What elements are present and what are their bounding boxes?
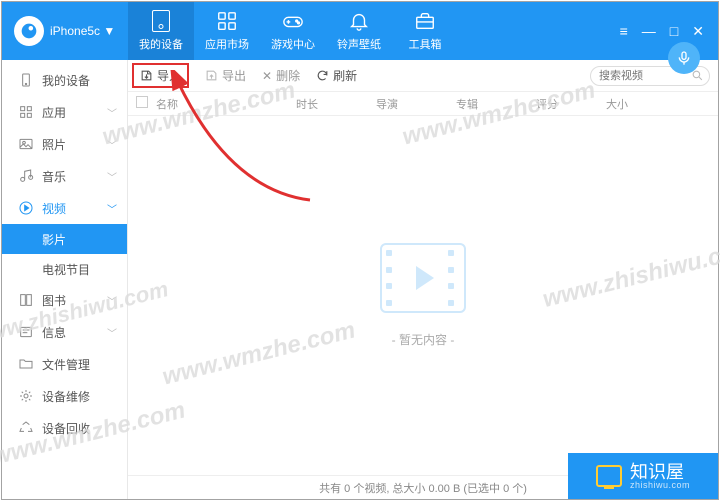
status-text: 共有 0 个视频, 总大小 0.00 B (已选中 0 个) <box>319 480 527 496</box>
sidebar-sub-label: 影片 <box>42 231 66 248</box>
col-size[interactable]: 大小 <box>606 96 666 112</box>
sidebar-item-repair[interactable]: 设备维修 <box>2 380 127 412</box>
toolbar: 导入 导出 ✕ 删除 刷新 <box>128 60 718 92</box>
sidebar-label: 设备回收 <box>42 420 90 437</box>
sidebar-sub-tvshows[interactable]: 电视节目 <box>2 254 127 284</box>
tool-label: 刷新 <box>333 67 357 84</box>
sidebar: 我的设备 应用 ﹀ 照片 ﹀ 音乐 ﹀ 视频 ﹀ <box>2 60 128 499</box>
sidebar-label: 应用 <box>42 104 66 121</box>
sidebar-label: 设备维修 <box>42 388 90 405</box>
folder-icon <box>18 356 34 372</box>
apps-icon <box>18 104 34 120</box>
photo-icon <box>18 136 34 152</box>
play-icon <box>416 266 434 290</box>
refresh-button[interactable]: 刷新 <box>316 67 357 84</box>
import-button[interactable]: 导入 <box>140 67 181 84</box>
tab-label: 工具箱 <box>409 36 442 52</box>
chevron-down-icon: ﹀ <box>107 169 117 184</box>
empty-text: - 暂无内容 - <box>392 331 455 348</box>
video-icon <box>18 200 34 216</box>
sidebar-item-info[interactable]: 信息 ﹀ <box>2 316 127 348</box>
sidebar-sub-label: 电视节目 <box>42 261 90 278</box>
device-icon <box>152 10 170 32</box>
tab-toolbox[interactable]: 工具箱 <box>392 2 458 60</box>
chevron-down-icon: ﹀ <box>107 201 117 216</box>
chevron-down-icon: ﹀ <box>107 293 117 308</box>
sidebar-item-video[interactable]: 视频 ﹀ <box>2 192 127 224</box>
brand-title: 知识屋 <box>630 463 690 481</box>
col-director[interactable]: 导演 <box>376 96 456 112</box>
sidebar-item-device[interactable]: 我的设备 <box>2 64 127 96</box>
chevron-down-icon: ﹀ <box>107 137 117 152</box>
tab-my-device[interactable]: 我的设备 <box>128 2 194 60</box>
import-icon <box>140 69 153 82</box>
menu-icon[interactable]: ≡ <box>620 23 628 39</box>
sidebar-item-recycle[interactable]: 设备回收 <box>2 412 127 444</box>
monitor-icon <box>596 465 622 487</box>
tab-app-market[interactable]: 应用市场 <box>194 2 260 60</box>
toolbox-icon <box>414 10 436 32</box>
col-name[interactable]: 名称 <box>156 96 296 112</box>
info-icon <box>18 324 34 340</box>
sidebar-label: 音乐 <box>42 168 66 185</box>
sidebar-item-photos[interactable]: 照片 ﹀ <box>2 128 127 160</box>
minimize-icon[interactable]: — <box>642 23 656 39</box>
col-duration[interactable]: 时长 <box>296 96 376 112</box>
apps-icon <box>216 10 238 32</box>
sidebar-label: 文件管理 <box>42 356 90 373</box>
tool-label: 导出 <box>222 67 246 84</box>
device-icon <box>18 72 34 88</box>
sidebar-item-files[interactable]: 文件管理 <box>2 348 127 380</box>
sidebar-label: 我的设备 <box>42 72 90 89</box>
tab-label: 我的设备 <box>139 36 183 52</box>
import-highlight-box: 导入 <box>132 63 189 88</box>
col-album[interactable]: 专辑 <box>456 96 536 112</box>
sidebar-item-music[interactable]: 音乐 ﹀ <box>2 160 127 192</box>
sidebar-label: 信息 <box>42 324 66 341</box>
app-logo-icon <box>14 16 44 46</box>
voice-button[interactable] <box>668 42 700 74</box>
sidebar-label: 视频 <box>42 200 66 217</box>
export-icon <box>205 69 218 82</box>
microphone-icon <box>676 50 692 66</box>
app-logo-area[interactable]: iPhone5c ▼ <box>2 16 128 46</box>
delete-icon: ✕ <box>262 69 272 83</box>
sidebar-label: 图书 <box>42 292 66 309</box>
delete-button[interactable]: ✕ 删除 <box>262 67 300 84</box>
tab-label: 铃声壁纸 <box>337 36 381 52</box>
select-all-checkbox[interactable] <box>136 96 148 108</box>
content-area: - 暂无内容 - <box>128 116 718 475</box>
chevron-down-icon: ﹀ <box>107 105 117 120</box>
brand-sub: zhishiwu.com <box>630 481 690 490</box>
tab-label: 游戏中心 <box>271 36 315 52</box>
tool-label: 导入 <box>157 67 181 84</box>
col-rating[interactable]: 评分 <box>536 96 606 112</box>
close-icon[interactable]: ✕ <box>692 23 704 40</box>
tool-label: 删除 <box>276 67 300 84</box>
sidebar-label: 照片 <box>42 136 66 153</box>
tab-game-center[interactable]: 游戏中心 <box>260 2 326 60</box>
brand-badge: 知识屋 zhishiwu.com <box>568 453 718 499</box>
window-controls: ≡ — □ ✕ <box>620 23 718 40</box>
gamepad-icon <box>282 10 304 32</box>
table-header: 名称 时长 导演 专辑 评分 大小 <box>128 92 718 116</box>
bell-icon <box>348 10 370 32</box>
music-icon <box>18 168 34 184</box>
recycle-icon <box>18 420 34 436</box>
maximize-icon[interactable]: □ <box>670 23 678 39</box>
device-selector[interactable]: iPhone5c ▼ <box>50 24 115 38</box>
tab-ringtone-wallpaper[interactable]: 铃声壁纸 <box>326 2 392 60</box>
sidebar-item-books[interactable]: 图书 ﹀ <box>2 284 127 316</box>
empty-video-icon <box>380 243 466 313</box>
export-button[interactable]: 导出 <box>205 67 246 84</box>
refresh-icon <box>316 69 329 82</box>
sidebar-item-apps[interactable]: 应用 ﹀ <box>2 96 127 128</box>
tab-label: 应用市场 <box>205 36 249 52</box>
wrench-icon <box>18 388 34 404</box>
chevron-down-icon: ﹀ <box>107 325 117 340</box>
sidebar-sub-movies[interactable]: 影片 <box>2 224 127 254</box>
book-icon <box>18 292 34 308</box>
